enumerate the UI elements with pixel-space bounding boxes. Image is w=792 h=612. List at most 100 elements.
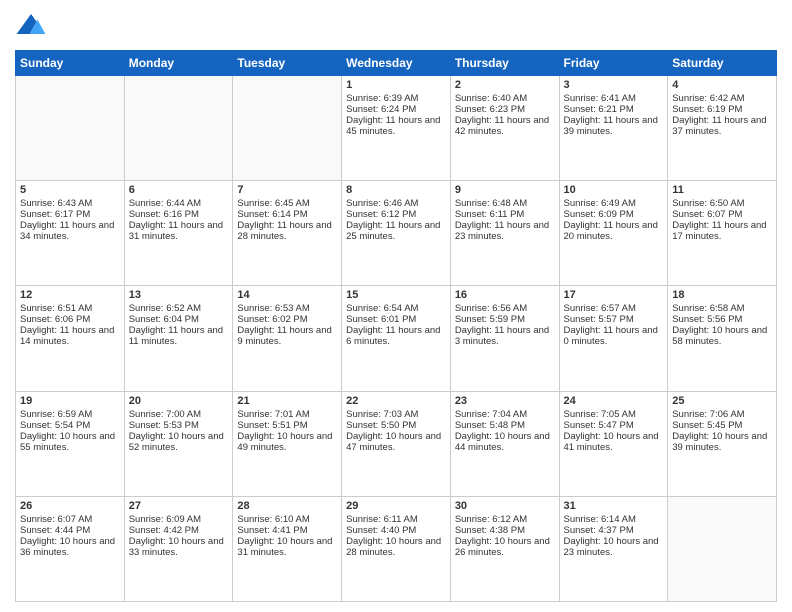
day-number: 24: [564, 395, 664, 407]
calendar-cell-4-6: [668, 496, 777, 601]
sunrise-text: Sunrise: 6:42 AM: [672, 93, 772, 104]
sunrise-text: Sunrise: 6:12 AM: [455, 514, 555, 525]
day-number: 17: [564, 289, 664, 301]
sunset-text: Sunset: 6:04 PM: [129, 314, 229, 325]
sunset-text: Sunset: 6:21 PM: [564, 104, 664, 115]
calendar-cell-3-1: 20Sunrise: 7:00 AMSunset: 5:53 PMDayligh…: [124, 391, 233, 496]
calendar-cell-0-3: 1Sunrise: 6:39 AMSunset: 6:24 PMDaylight…: [342, 76, 451, 181]
day-number: 18: [672, 289, 772, 301]
daylight-text: Daylight: 11 hours and 11 minutes.: [129, 325, 229, 347]
sunrise-text: Sunrise: 6:52 AM: [129, 303, 229, 314]
daylight-text: Daylight: 11 hours and 0 minutes.: [564, 325, 664, 347]
calendar-cell-2-1: 13 Sunrise: 6:52 AMSunset: 6:04 PMDayligh…: [124, 286, 233, 391]
sunrise-text: Sunrise: 6:54 AM: [346, 303, 446, 314]
day-number: 31: [564, 500, 664, 512]
weekday-header-row: SundayMondayTuesdayWednesdayThursdayFrid…: [16, 51, 777, 76]
sunrise-text: Sunrise: 6:39 AM: [346, 93, 446, 104]
sunset-text: Sunset: 6:02 PM: [237, 314, 337, 325]
sunset-text: Sunset: 6:23 PM: [455, 104, 555, 115]
calendar-cell-3-2: 21Sunrise: 7:01 AMSunset: 5:51 PMDayligh…: [233, 391, 342, 496]
sunset-text: Sunset: 5:56 PM: [672, 314, 772, 325]
daylight-text: Daylight: 11 hours and 17 minutes.: [672, 220, 772, 242]
week-row-2: 12Sunrise: 6:51 AMSunset: 6:06 PMDayligh…: [16, 286, 777, 391]
sunrise-text: Sunrise: 6:50 AM: [672, 198, 772, 209]
daylight-text: Daylight: 11 hours and 42 minutes.: [455, 115, 555, 137]
sunrise-text: Sunrise: 6:53 AM: [237, 303, 337, 314]
calendar-cell-0-4: 2 Sunrise: 6:40 AMSunset: 6:23 PMDaylight…: [450, 76, 559, 181]
sunrise-text: Sunrise: 6:46 AM: [346, 198, 446, 209]
sunrise-text: Sunrise: 7:05 AM: [564, 409, 664, 420]
calendar-cell-4-1: 27Sunrise: 6:09 AMSunset: 4:42 PMDayligh…: [124, 496, 233, 601]
logo: [15, 10, 51, 42]
day-number: 16: [455, 289, 555, 301]
sunrise-text: Sunrise: 6:40 AM: [455, 93, 555, 104]
sunset-text: Sunset: 6:12 PM: [346, 209, 446, 220]
daylight-text: Daylight: 11 hours and 37 minutes.: [672, 115, 772, 137]
calendar-cell-1-2: 7Sunrise: 6:45 AMSunset: 6:14 PMDaylight…: [233, 181, 342, 286]
sunrise-text: Sunrise: 6:56 AM: [455, 303, 555, 314]
daylight-text: Daylight: 11 hours and 45 minutes.: [346, 115, 446, 137]
day-number: 14: [237, 289, 337, 301]
day-number: 26: [20, 500, 120, 512]
week-row-0: 1Sunrise: 6:39 AMSunset: 6:24 PMDaylight…: [16, 76, 777, 181]
sunrise-text: Sunrise: 6:58 AM: [672, 303, 772, 314]
sunrise-text: Sunrise: 7:04 AM: [455, 409, 555, 420]
sunrise-text: Sunrise: 6:57 AM: [564, 303, 664, 314]
calendar-cell-4-4: 30Sunrise: 6:12 AMSunset: 4:38 PMDayligh…: [450, 496, 559, 601]
daylight-text: Daylight: 11 hours and 23 minutes.: [455, 220, 555, 242]
calendar-cell-0-6: 4 Sunrise: 6:42 AMSunset: 6:19 PMDaylight…: [668, 76, 777, 181]
sunset-text: Sunset: 5:47 PM: [564, 420, 664, 431]
sunset-text: Sunset: 4:44 PM: [20, 525, 120, 536]
sunrise-text: Sunrise: 6:07 AM: [20, 514, 120, 525]
daylight-text: Daylight: 10 hours and 52 minutes.: [129, 431, 229, 453]
calendar-cell-3-0: 19Sunrise: 6:59 AMSunset: 5:54 PMDayligh…: [16, 391, 125, 496]
daylight-text: Daylight: 10 hours and 41 minutes.: [564, 431, 664, 453]
day-number: 25: [672, 395, 772, 407]
sunset-text: Sunset: 4:40 PM: [346, 525, 446, 536]
calendar-cell-3-3: 22Sunrise: 7:03 AMSunset: 5:50 PMDayligh…: [342, 391, 451, 496]
sunrise-text: Sunrise: 6:11 AM: [346, 514, 446, 525]
day-number: 2: [455, 79, 555, 91]
calendar-cell-3-5: 24 Sunrise: 7:05 AMSunset: 5:47 PMDayligh…: [559, 391, 668, 496]
calendar-cell-2-4: 16Sunrise: 6:56 AMSunset: 5:59 PMDayligh…: [450, 286, 559, 391]
week-row-4: 26 Sunrise: 6:07 AMSunset: 4:44 PM Dayligh…: [16, 496, 777, 601]
day-number: 23: [455, 395, 555, 407]
calendar-cell-0-2: [233, 76, 342, 181]
calendar-cell-4-3: 29Sunrise: 6:11 AMSunset: 4:40 PMDayligh…: [342, 496, 451, 601]
sunset-text: Sunset: 4:42 PM: [129, 525, 229, 536]
logo-icon: [15, 10, 47, 42]
weekday-header-thursday: Thursday: [450, 51, 559, 76]
day-number: 5: [20, 184, 120, 196]
calendar-cell-3-4: 23Sunrise: 7:04 AMSunset: 5:48 PMDayligh…: [450, 391, 559, 496]
calendar-cell-1-1: 6Sunrise: 6:44 AMSunset: 6:16 PMDaylight…: [124, 181, 233, 286]
day-number: 19: [20, 395, 120, 407]
day-number: 13: [129, 289, 229, 301]
day-number: 7: [237, 184, 337, 196]
daylight-text: Daylight: 11 hours and 14 minutes.: [20, 325, 120, 347]
weekday-header-friday: Friday: [559, 51, 668, 76]
sunset-text: Sunset: 6:19 PM: [672, 104, 772, 115]
daylight-text: Daylight: 10 hours and 23 minutes.: [564, 536, 664, 558]
sunrise-text: Sunrise: 6:59 AM: [20, 409, 120, 420]
calendar-cell-0-1: [124, 76, 233, 181]
calendar-cell-2-5: 17Sunrise: 6:57 AMSunset: 5:57 PMDayligh…: [559, 286, 668, 391]
calendar-cell-0-5: 3Sunrise: 6:41 AMSunset: 6:21 PMDaylight…: [559, 76, 668, 181]
calendar-cell-2-0: 12Sunrise: 6:51 AMSunset: 6:06 PMDayligh…: [16, 286, 125, 391]
daylight-text: Daylight: 11 hours and 39 minutes.: [564, 115, 664, 137]
sunset-text: Sunset: 6:14 PM: [237, 209, 337, 220]
daylight-text: Daylight: 11 hours and 28 minutes.: [237, 220, 337, 242]
calendar-cell-2-6: 18Sunrise: 6:58 AMSunset: 5:56 PMDayligh…: [668, 286, 777, 391]
sunrise-text: Sunrise: 7:00 AM: [129, 409, 229, 420]
sunrise-text: Sunrise: 7:06 AM: [672, 409, 772, 420]
day-number: 4: [672, 79, 772, 91]
daylight-text: Daylight: 11 hours and 6 minutes.: [346, 325, 446, 347]
sunrise-text: Sunrise: 6:41 AM: [564, 93, 664, 104]
sunrise-text: Sunrise: 6:51 AM: [20, 303, 120, 314]
day-number: 6: [129, 184, 229, 196]
day-number: 9: [455, 184, 555, 196]
sunrise-text: Sunrise: 6:10 AM: [237, 514, 337, 525]
sunrise-text: Sunrise: 6:43 AM: [20, 198, 120, 209]
calendar-cell-2-2: 14Sunrise: 6:53 AMSunset: 6:02 PMDayligh…: [233, 286, 342, 391]
daylight-text: Daylight: 11 hours and 25 minutes.: [346, 220, 446, 242]
sunset-text: Sunset: 6:01 PM: [346, 314, 446, 325]
